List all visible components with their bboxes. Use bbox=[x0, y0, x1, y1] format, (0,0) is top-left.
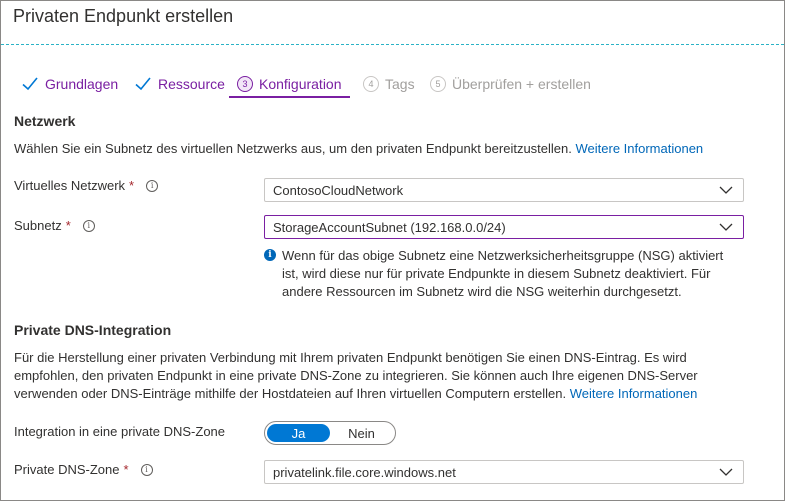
tab-tags: 4 Tags bbox=[363, 70, 415, 98]
vnet-select[interactable]: ContosoCloudNetwork bbox=[264, 178, 744, 202]
tab-ressource[interactable]: Ressource bbox=[134, 70, 225, 98]
step-number-badge: 5 bbox=[430, 76, 446, 92]
learn-more-link[interactable]: Weitere Informationen bbox=[576, 141, 704, 156]
nsg-info-message: i Wenn für das obige Subnetz eine Netzwe… bbox=[264, 247, 744, 301]
network-description: Wählen Sie ein Subnetz des virtuellen Ne… bbox=[14, 140, 703, 158]
subnet-label: Subnetz * i bbox=[14, 218, 95, 233]
nsg-info-line: andere Ressourcen im Subnetz wird die NS… bbox=[282, 284, 682, 299]
subnet-label-text: Subnetz bbox=[14, 218, 62, 233]
nsg-info-text: Wenn für das obige Subnetz eine Netzwerk… bbox=[282, 247, 723, 301]
tab-konfiguration[interactable]: 3 Konfiguration bbox=[237, 70, 342, 98]
dns-description-line: Für die Herstellung einer privaten Verbi… bbox=[14, 350, 687, 365]
tab-ueberpruefen-erstellen: 5 Überprüfen + erstellen bbox=[430, 70, 591, 98]
subnet-select[interactable]: StorageAccountSubnet (192.168.0.0/24) bbox=[264, 215, 744, 239]
info-icon[interactable]: i bbox=[146, 179, 159, 192]
step-number-badge: 4 bbox=[363, 76, 379, 92]
dns-zone-label-text: Private DNS-Zone bbox=[14, 462, 120, 477]
toggle-option-nein[interactable]: Nein bbox=[330, 424, 393, 442]
vnet-label: Virtuelles Netzwerk * i bbox=[14, 178, 159, 193]
chevron-down-icon bbox=[719, 468, 733, 476]
info-icon[interactable]: i bbox=[140, 463, 153, 476]
nsg-info-line: Wenn für das obige Subnetz eine Netzwerk… bbox=[282, 248, 724, 263]
dns-zone-select-value: privatelink.file.core.windows.net bbox=[273, 464, 456, 480]
chevron-down-icon bbox=[719, 223, 733, 231]
header-divider bbox=[1, 44, 784, 45]
checkmark-icon bbox=[22, 77, 38, 91]
section-heading-dns: Private DNS-Integration bbox=[14, 322, 172, 338]
info-filled-icon: i bbox=[264, 249, 276, 261]
dns-zone-select[interactable]: privatelink.file.core.windows.net bbox=[264, 460, 744, 484]
tab-label: Grundlagen bbox=[45, 76, 119, 92]
network-description-text: Wählen Sie ein Subnetz des virtuellen Ne… bbox=[14, 141, 572, 156]
required-marker: * bbox=[65, 218, 71, 233]
tab-label: Konfiguration bbox=[259, 76, 342, 92]
toggle-option-ja[interactable]: Ja bbox=[267, 424, 330, 442]
vnet-select-value: ContosoCloudNetwork bbox=[273, 182, 404, 198]
dns-description-line: verwenden oder DNS-Einträge mithilfe der… bbox=[14, 386, 567, 401]
required-marker: * bbox=[123, 462, 129, 477]
tab-label: Tags bbox=[385, 76, 415, 92]
vnet-label-text: Virtuelles Netzwerk bbox=[14, 178, 126, 193]
active-tab-indicator bbox=[229, 96, 350, 98]
page-title: Privaten Endpunkt erstellen bbox=[13, 6, 234, 26]
tab-label: Überprüfen + erstellen bbox=[452, 76, 591, 92]
dns-description-line-last: verwenden oder DNS-Einträge mithilfe der… bbox=[14, 385, 698, 403]
subnet-select-value: StorageAccountSubnet (192.168.0.0/24) bbox=[273, 219, 506, 235]
section-heading-netzwerk: Netzwerk bbox=[14, 113, 76, 129]
dns-integration-toggle: Ja Nein bbox=[264, 421, 396, 445]
dns-integration-label: Integration in eine private DNS-Zone bbox=[14, 424, 225, 439]
checkmark-icon bbox=[135, 77, 151, 91]
required-marker: * bbox=[129, 178, 135, 193]
dns-description-line: empfohlen, den privaten Endpunkt in eine… bbox=[14, 368, 698, 383]
chevron-down-icon bbox=[719, 186, 733, 194]
dns-integration-label-text: Integration in eine private DNS-Zone bbox=[14, 424, 226, 439]
tab-grundlagen[interactable]: Grundlagen bbox=[21, 70, 118, 98]
nsg-info-line: ist, wird diese nur für private Endpunkt… bbox=[282, 266, 711, 281]
dns-zone-label: Private DNS-Zone * i bbox=[14, 462, 153, 477]
info-icon[interactable]: i bbox=[82, 219, 95, 232]
tab-label: Ressource bbox=[158, 76, 225, 92]
step-number-badge: 3 bbox=[237, 76, 253, 92]
dns-description: Für die Herstellung einer privaten Verbi… bbox=[14, 349, 698, 403]
learn-more-link[interactable]: Weitere Informationen bbox=[570, 386, 698, 401]
